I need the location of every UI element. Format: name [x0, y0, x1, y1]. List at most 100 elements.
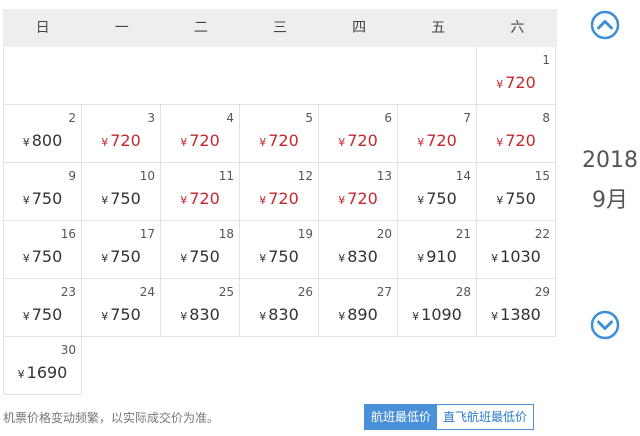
day-cell[interactable]: 5 ¥720 [240, 105, 319, 163]
day-cell[interactable]: 3 ¥720 [82, 105, 161, 163]
day-cell[interactable]: 26 ¥830 [240, 279, 319, 337]
price-amount: 720 [505, 131, 536, 150]
day-cell[interactable]: 9 ¥750 [3, 163, 82, 221]
price-amount: 750 [31, 305, 63, 324]
tab-lowest-price[interactable]: 航班最低价 [365, 405, 438, 429]
day-cell[interactable]: 2 ¥800 [3, 105, 82, 163]
price-amount: 720 [110, 131, 141, 150]
day-price: ¥720 [240, 189, 318, 208]
price-amount: 750 [31, 189, 63, 208]
currency-symbol: ¥ [259, 194, 267, 207]
day-cell[interactable]: 17 ¥750 [82, 221, 161, 279]
day-number: 18 [218, 227, 234, 241]
currency-symbol: ¥ [101, 310, 109, 323]
price-amount: 910 [426, 247, 457, 266]
price-amount: 890 [347, 305, 378, 324]
day-cell[interactable]: 8 ¥720 [477, 105, 556, 163]
day-cell[interactable]: 13 ¥720 [319, 163, 398, 221]
day-number: 23 [60, 285, 76, 299]
day-price: ¥720 [82, 131, 160, 150]
day-cell[interactable]: 25 ¥830 [161, 279, 240, 337]
currency-symbol: ¥ [101, 194, 109, 207]
day-cell[interactable]: 1 ¥720 [477, 47, 556, 105]
day-number: 12 [297, 169, 313, 183]
day-cell[interactable]: 12 ¥720 [240, 163, 319, 221]
day-price: ¥1030 [477, 247, 555, 266]
day-cell[interactable]: 7 ¥720 [398, 105, 477, 163]
price-amount: 750 [110, 305, 141, 324]
day-cell[interactable]: 19 ¥750 [240, 221, 319, 279]
currency-symbol: ¥ [496, 194, 504, 207]
day-cell[interactable]: 4 ¥720 [161, 105, 240, 163]
currency-symbol: ¥ [22, 194, 30, 207]
tab-direct-lowest-price[interactable]: 直飞航班最低价 [437, 405, 534, 429]
day-number: 30 [60, 343, 76, 357]
currency-symbol: ¥ [417, 136, 425, 149]
day-cell[interactable]: 20 ¥830 [319, 221, 398, 279]
price-amount: 750 [426, 189, 457, 208]
price-amount: 1380 [500, 305, 541, 324]
day-price: ¥750 [398, 189, 476, 208]
day-price: ¥830 [161, 305, 239, 324]
currency-symbol: ¥ [259, 252, 267, 265]
price-amount: 750 [31, 247, 63, 266]
day-price: ¥800 [4, 131, 81, 150]
day-cell[interactable]: 11 ¥720 [161, 163, 240, 221]
day-price: ¥720 [161, 189, 239, 208]
currency-symbol: ¥ [338, 194, 346, 207]
currency-symbol: ¥ [180, 252, 188, 265]
day-cell[interactable]: 21 ¥910 [398, 221, 477, 279]
weekday-mon: 一 [114, 20, 129, 36]
weekday-header: 日 一 二 三 四 五 六 [3, 9, 557, 47]
day-number: 16 [60, 227, 76, 241]
day-cell[interactable]: 10 ¥750 [82, 163, 161, 221]
day-number: 19 [297, 227, 313, 241]
day-cell[interactable]: 16 ¥750 [3, 221, 82, 279]
day-number: 4 [226, 111, 234, 125]
day-cell[interactable]: 24 ¥750 [82, 279, 161, 337]
day-cell[interactable]: 27 ¥890 [319, 279, 398, 337]
day-cell[interactable]: 23 ¥750 [3, 279, 82, 337]
day-number: 8 [542, 111, 550, 125]
currency-symbol: ¥ [101, 252, 109, 265]
day-number: 13 [376, 169, 392, 183]
day-number: 21 [455, 227, 471, 241]
price-amount: 720 [189, 131, 220, 150]
day-price: ¥720 [161, 131, 239, 150]
day-cell[interactable]: 14 ¥750 [398, 163, 477, 221]
day-cell[interactable]: 28 ¥1090 [398, 279, 477, 337]
day-price: ¥720 [240, 131, 318, 150]
day-number: 9 [68, 169, 76, 183]
price-amount: 720 [189, 189, 220, 208]
day-price: ¥1090 [398, 305, 476, 324]
day-price: ¥890 [319, 305, 397, 324]
day-cell[interactable]: 22 ¥1030 [477, 221, 556, 279]
month-navigator: 2018 9月 [560, 0, 640, 436]
price-amount: 1090 [421, 305, 462, 324]
price-amount: 750 [505, 189, 536, 208]
day-cell[interactable]: 18 ¥750 [161, 221, 240, 279]
day-price: ¥1380 [477, 305, 555, 324]
price-amount: 830 [268, 305, 299, 324]
day-price: ¥750 [82, 247, 160, 266]
currency-symbol: ¥ [338, 252, 346, 265]
next-month-button[interactable] [590, 310, 620, 340]
currency-symbol: ¥ [180, 310, 188, 323]
currency-symbol: ¥ [412, 310, 420, 323]
day-price: ¥830 [319, 247, 397, 266]
day-price: ¥1690 [4, 363, 81, 382]
currency-symbol: ¥ [491, 252, 499, 265]
chevron-up-circle-icon [590, 10, 620, 40]
day-cell[interactable]: 30 ¥1690 [3, 337, 82, 395]
weekday-wed: 三 [272, 20, 287, 36]
day-cell[interactable]: 6 ¥720 [319, 105, 398, 163]
day-cell[interactable]: 15 ¥750 [477, 163, 556, 221]
day-cell[interactable]: 29 ¥1380 [477, 279, 556, 337]
currency-symbol: ¥ [417, 252, 425, 265]
currency-symbol: ¥ [101, 136, 109, 149]
prev-month-button[interactable] [590, 10, 620, 40]
price-amount: 720 [505, 73, 536, 92]
price-amount: 720 [347, 131, 378, 150]
weekday-tue: 二 [193, 20, 208, 36]
weekday-sun: 日 [35, 20, 50, 36]
